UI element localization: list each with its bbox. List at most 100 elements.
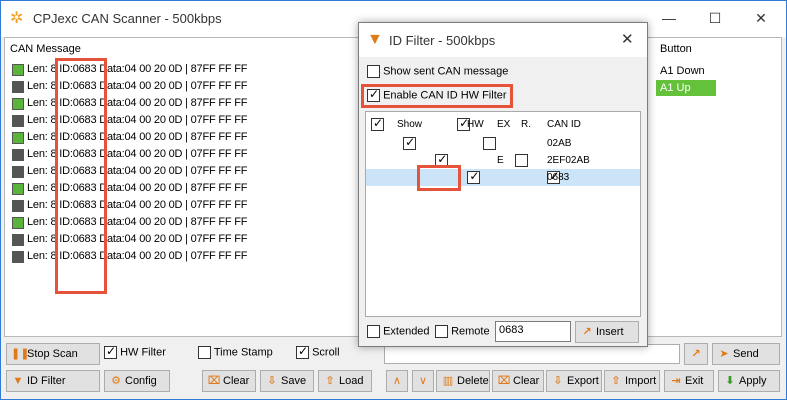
gear-icon: ✲ (10, 10, 24, 27)
clear-filter-button[interactable]: ⌧ Clear (492, 370, 544, 392)
column-header-hw: HW (467, 119, 484, 130)
import-label: Import (625, 375, 657, 387)
time-stamp-checkbox[interactable]: Time Stamp (198, 346, 273, 359)
button-state-indicator (12, 64, 24, 76)
funnel-icon: ▼ (12, 375, 24, 387)
button-state-indicator (12, 217, 24, 229)
arrow-button[interactable]: ↗ (684, 343, 708, 365)
button-state-indicator (12, 166, 24, 178)
extended-label: Extended (383, 325, 430, 338)
trash-icon: ▥ (442, 375, 454, 387)
insert-button[interactable]: ↗ Insert (575, 321, 639, 343)
chevron-down-icon: ∨ (418, 375, 428, 387)
button-state-indicator (12, 132, 24, 144)
button-column-header: Button (660, 43, 692, 55)
table-row-selected[interactable] (366, 169, 640, 186)
id-filter-dialog: ▼ ID Filter - 500kbps ✕ Show sent CAN me… (358, 22, 648, 347)
show-sent-checkbox[interactable]: Show sent CAN message (367, 65, 508, 78)
save-button[interactable]: ⇩ Save (260, 370, 314, 392)
column-header-ex: EX (497, 119, 511, 130)
row-can-id: 02AB (547, 138, 572, 149)
row-hw-checkbox[interactable] (515, 154, 529, 167)
row-can-id: 0683 (547, 172, 570, 183)
checkbox-unchecked[interactable] (198, 346, 211, 359)
exit-label: Exit (685, 375, 704, 387)
column-header-show: Show (397, 119, 423, 130)
config-button[interactable]: ⚙ Config (104, 370, 170, 392)
column-header-r: R. (521, 119, 531, 130)
funnel-icon: ▼ (367, 31, 383, 48)
hw-filter-checkbox[interactable]: HW Filter (104, 344, 166, 359)
exit-button[interactable]: ⇥ Exit (664, 370, 714, 392)
upload-icon: ⇧ (611, 375, 621, 387)
export-button[interactable]: ⇩ Export (546, 370, 602, 392)
checkbox-unchecked[interactable] (367, 325, 380, 338)
row-show-checkbox[interactable] (467, 169, 481, 184)
load-label: Load (339, 375, 364, 387)
extended-checkbox[interactable]: Extended (367, 325, 430, 338)
id-filter-label: ID Filter (27, 375, 66, 387)
send-button[interactable]: ➤ Send (712, 343, 780, 365)
row-ex: E (497, 155, 504, 166)
upload-icon: ⇧ (325, 375, 335, 387)
id-filter-button[interactable]: ▼ ID Filter (6, 370, 100, 392)
move-down-button[interactable]: ∨ (412, 370, 434, 392)
checkbox-unchecked[interactable] (435, 325, 448, 338)
load-button[interactable]: ⇧ Load (318, 370, 372, 392)
send-label: Send (733, 348, 759, 360)
minimize-button[interactable]: — (651, 7, 687, 29)
button-state-indicator (12, 183, 24, 195)
download-icon: ⇩ (553, 375, 563, 387)
button-state-indicator (12, 98, 24, 110)
clear-button[interactable]: ⌧ Clear (202, 370, 256, 392)
can-id-input[interactable]: 0683 (495, 321, 571, 342)
header-show-checkbox[interactable] (371, 116, 384, 131)
pause-icon: ❚❚ (11, 348, 30, 360)
remote-checkbox[interactable]: Remote (435, 325, 490, 338)
delete-button[interactable]: ▥ Delete (436, 370, 490, 392)
button-row[interactable]: A1 Down (656, 63, 716, 79)
close-button[interactable]: ✕ (743, 7, 779, 29)
save-label: Save (281, 375, 307, 387)
move-up-button[interactable]: ∧ (386, 370, 408, 392)
show-sent-label: Show sent CAN message (383, 65, 509, 78)
send-data-input[interactable] (384, 344, 680, 364)
export-label: Export (567, 375, 599, 387)
window-title: CPJexc CAN Scanner - 500kbps (33, 11, 222, 26)
insert-label: Insert (596, 326, 624, 338)
button-state-indicator (12, 81, 24, 93)
row-hw-checkbox[interactable] (483, 137, 497, 150)
apply-button[interactable]: ⬇ Apply (718, 370, 780, 392)
hw-checkbox-highlight (417, 165, 461, 191)
checkbox-checked[interactable] (296, 344, 309, 359)
stop-scan-button[interactable]: ❚❚Stop Scan (6, 343, 100, 365)
download-icon: ⇩ (267, 375, 277, 387)
dialog-close-button[interactable]: ✕ (621, 30, 634, 48)
button-state-indicator (12, 200, 24, 212)
apply-icon: ⬇ (725, 375, 735, 387)
chevron-up-icon: ∧ (392, 375, 402, 387)
dialog-title: ID Filter - 500kbps (389, 33, 496, 48)
button-row-selected[interactable]: A1 Up (656, 80, 716, 96)
apply-label: Apply (739, 375, 767, 387)
config-label: Config (125, 375, 157, 387)
arrow-right-icon: ➤ (719, 348, 729, 360)
scroll-label: Scroll (312, 346, 340, 359)
scroll-checkbox[interactable]: Scroll (296, 344, 340, 359)
broom-icon: ⌧ (207, 375, 221, 387)
id-column-highlight (55, 58, 107, 294)
can-message-header: CAN Message (10, 43, 81, 55)
button-state-indicator (12, 234, 24, 246)
maximize-button[interactable]: ☐ (697, 7, 733, 29)
dialog-title-bar: ▼ ID Filter - 500kbps ✕ (359, 23, 647, 57)
checkbox-unchecked[interactable] (367, 65, 380, 78)
remote-label: Remote (451, 325, 490, 338)
time-stamp-label: Time Stamp (213, 346, 273, 359)
button-state-indicator (12, 251, 24, 263)
checkbox-checked[interactable] (104, 344, 117, 359)
import-button[interactable]: ⇧ Import (604, 370, 660, 392)
broom-icon: ⌧ (497, 375, 511, 387)
row-show-checkbox[interactable] (403, 135, 417, 150)
enable-hw-highlight (361, 84, 513, 108)
curved-arrow-icon: ↗ (691, 348, 701, 360)
